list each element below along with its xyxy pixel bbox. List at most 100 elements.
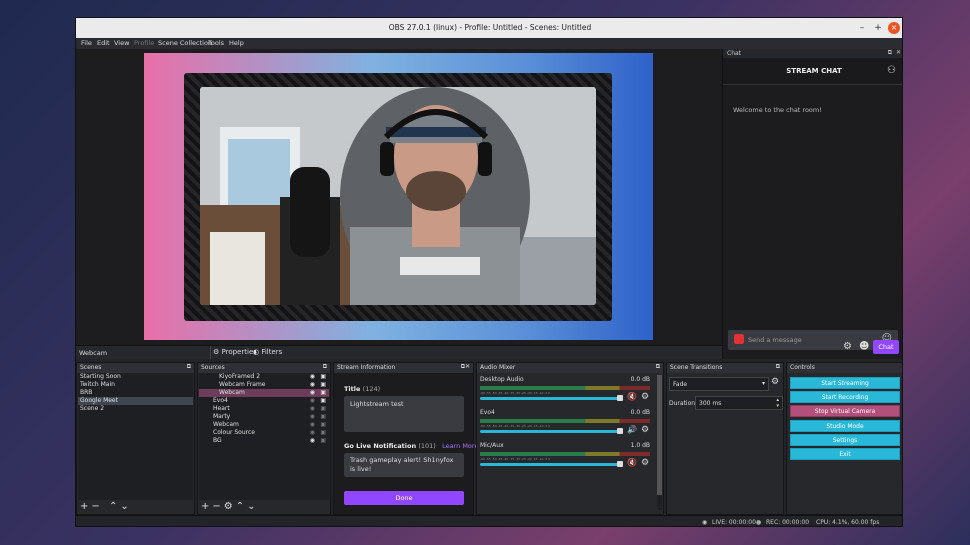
volume-knob[interactable] [617, 428, 623, 434]
source-item[interactable]: Webcam Frame ◉ ▣ [199, 381, 329, 389]
float-icon[interactable]: ⧉ [323, 363, 327, 371]
scene-item-selected[interactable]: Google Meet [78, 397, 193, 405]
menu-file[interactable]: File [81, 39, 92, 47]
chat-settings-icon[interactable]: ⚙ [843, 341, 852, 352]
channel-gear-icon[interactable]: ⚙ [641, 425, 649, 435]
learn-more-link[interactable]: Learn More [442, 442, 478, 450]
scene-item[interactable]: Starting Soon [78, 373, 193, 381]
lock-icon[interactable]: ▣ [320, 437, 326, 445]
channel-gear-icon[interactable]: ⚙ [641, 392, 649, 402]
spin-icon[interactable]: ▴ ▾ [776, 397, 779, 409]
source-item[interactable]: Marty ◉ ▣ [199, 413, 329, 421]
lock-icon[interactable]: ▣ [320, 413, 326, 421]
notif-count: (101) [418, 442, 436, 450]
eye-icon[interactable]: ◉ [310, 397, 315, 405]
scene-item[interactable]: Twitch Main [78, 381, 193, 389]
up-icon[interactable]: ⌃ [236, 501, 247, 512]
source-item[interactable]: KiyoFramed 2 ◉ ▣ [199, 373, 329, 381]
add-icon[interactable]: + [201, 501, 212, 512]
exit-button[interactable]: Exit [790, 448, 900, 460]
speaker-icon[interactable]: 🔊 [627, 425, 637, 434]
float-icon[interactable]: ⧉ [187, 363, 191, 371]
maximize-icon[interactable]: + [872, 22, 884, 34]
transition-gear-icon[interactable]: ⚙ [771, 377, 779, 387]
eye-icon[interactable]: ◉ [310, 381, 315, 389]
channel-gear-icon[interactable]: ⚙ [641, 458, 649, 468]
start-streaming-button[interactable]: Start Streaming [790, 377, 900, 389]
controls-header: Controls [787, 363, 902, 373]
gear-icon[interactable]: ⚙ [224, 501, 236, 512]
muted-speaker-icon[interactable]: 🔇 [627, 392, 637, 401]
obs-window: OBS 27.0.1 (linux) - Profile: Untitled -… [75, 17, 903, 527]
eye-icon[interactable]: ◉ [310, 389, 315, 397]
remove-icon[interactable]: − [91, 501, 102, 512]
muted-speaker-icon[interactable]: 🔇 [627, 458, 637, 467]
notification-input[interactable]: Trash gameplay alert! Sh1nyfox is live! [344, 453, 464, 477]
float-icon[interactable]: ⧉ [888, 49, 892, 57]
dock-close-icon[interactable]: ✕ [896, 49, 901, 56]
menu-tools[interactable]: Tools [208, 39, 224, 47]
lock-icon[interactable]: ▣ [320, 389, 326, 397]
menu-profile[interactable]: Profile [134, 39, 154, 47]
minimize-icon[interactable]: – [856, 22, 868, 34]
title-input[interactable]: Lightstream test [344, 396, 464, 432]
stop-virtual-camera-button[interactable]: Stop Virtual Camera [790, 405, 900, 417]
source-item[interactable]: Webcam ◉ ▣ [199, 421, 329, 429]
up-icon[interactable]: ⌃ [109, 501, 120, 512]
settings-button[interactable]: Settings [790, 434, 900, 446]
filters-button[interactable]: ◐ Filters [253, 348, 282, 356]
menu-view[interactable]: View [114, 39, 129, 47]
scene-item[interactable]: Scene 2 [78, 405, 193, 413]
source-item[interactable]: BG ◉ ▣ [199, 437, 329, 445]
eye-icon[interactable]: ◉ [310, 429, 315, 437]
lock-icon[interactable]: ▣ [320, 429, 326, 437]
float-icon[interactable]: ⧉ [776, 363, 780, 371]
volume-slider[interactable] [480, 397, 620, 400]
down-icon[interactable]: ⌄ [247, 501, 258, 512]
remove-icon[interactable]: − [212, 501, 223, 512]
menu-edit[interactable]: Edit [97, 39, 110, 47]
eye-icon[interactable]: ◉ [310, 413, 315, 421]
done-button[interactable]: Done [344, 491, 464, 505]
eye-icon[interactable]: ◉ [310, 437, 315, 445]
eye-icon[interactable]: ◉ [310, 405, 315, 413]
start-recording-button[interactable]: Start Recording [790, 391, 900, 403]
source-item[interactable]: Evo4 ◉ ▣ [199, 397, 329, 405]
chat-emote-icon[interactable]: ☻ [859, 341, 869, 352]
add-icon[interactable]: + [80, 501, 91, 512]
rec-time: REC: 00:00:00 [766, 519, 810, 526]
user-list-icon[interactable]: ⚇ [887, 65, 896, 76]
eye-icon[interactable]: ◉ [310, 373, 315, 381]
source-item-selected[interactable]: Webcam ◉ ▣ [199, 389, 329, 397]
volume-knob[interactable] [617, 461, 623, 467]
properties-button[interactable]: ⚙ Properties [213, 348, 257, 356]
eye-icon[interactable]: ◉ [310, 421, 315, 429]
duration-input[interactable]: 300 ms ▴ ▾ [695, 396, 783, 410]
channel-name: Evo4 [480, 409, 495, 416]
volume-slider[interactable] [480, 430, 620, 433]
preview-area[interactable] [76, 49, 722, 345]
sources-dock: Sources ⧉ KiyoFramed 2 ◉ ▣ Webcam Frame ◉ ▣ W… [197, 362, 331, 515]
close-icon[interactable]: × [888, 22, 900, 34]
meter-ticks: -60 -55 -50 -45 -40 -35 -30 -25 -20 -15 … [480, 391, 551, 395]
lock-icon[interactable]: ▣ [320, 397, 326, 405]
float-icon[interactable]: ⧉✕ [461, 363, 470, 371]
volume-slider[interactable] [480, 463, 620, 466]
lock-icon[interactable]: ▣ [320, 421, 326, 429]
float-icon[interactable]: ⧉ [656, 363, 660, 371]
transition-select[interactable]: Fade ▾ [669, 377, 769, 391]
mixer-scrollbar[interactable] [657, 375, 662, 510]
source-item[interactable]: Heart ◉ ▣ [199, 405, 329, 413]
lock-icon[interactable]: ▣ [320, 373, 326, 381]
volume-knob[interactable] [617, 395, 623, 401]
lock-icon[interactable]: ▣ [320, 405, 326, 413]
studio-mode-button[interactable]: Studio Mode [790, 420, 900, 432]
lock-icon[interactable]: ▣ [320, 381, 326, 389]
live-icon: ◉ [702, 519, 708, 526]
source-item[interactable]: Colour Source ◉ ▣ [199, 429, 329, 437]
chat-send-button[interactable]: Chat [873, 340, 899, 354]
menu-help[interactable]: Help [229, 39, 244, 47]
scene-item[interactable]: BRB [78, 389, 193, 397]
down-icon[interactable]: ⌄ [120, 501, 131, 512]
menu-scene-collection[interactable]: Scene Collection [158, 39, 212, 47]
